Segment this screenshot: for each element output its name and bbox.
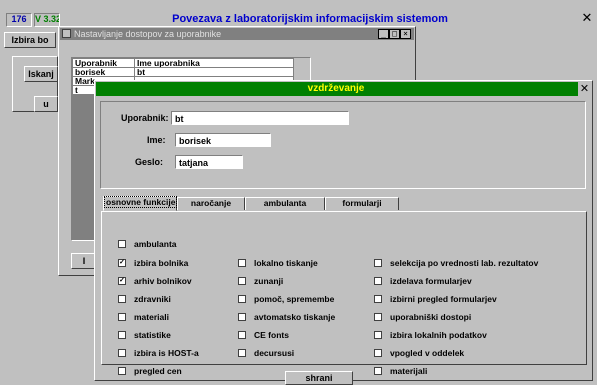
checkbox-box (118, 349, 126, 357)
main-title: Povezava z laboratorijskim informacijski… (172, 13, 448, 25)
checkbox-avtomatsko-tiskanje[interactable]: avtomatsko tiskanje (238, 311, 368, 323)
checkbox-column-1: ambulanta ✓ izbira bolnika ✓ arhiv bolniko… (118, 238, 238, 377)
check-mark-icon: ✓ (118, 277, 126, 285)
checkbox-box (238, 331, 246, 339)
checkbox-box (238, 313, 246, 321)
checkbox-box (238, 277, 246, 285)
uporabnik-input[interactable]: bt (171, 111, 349, 125)
checkbox-box (374, 259, 382, 267)
main-header: 176 V 3.32 Povezava z laboratorijskim in… (0, 0, 597, 29)
record-count-badge: 176 (6, 13, 32, 27)
checkbox-ce-fonts[interactable]: CE fonts (238, 329, 368, 341)
checkbox-box (374, 367, 382, 375)
checkbox-izbira-lokalnih[interactable]: izbira lokalnih podatkov (374, 329, 584, 341)
grid-header: Uporabnik Ime uporabnika (72, 58, 294, 68)
main-close-icon[interactable]: ✕ (580, 11, 594, 25)
checkbox-box (238, 295, 246, 303)
tab-osnovne-funkcije[interactable]: osnovne funkcije (103, 196, 178, 211)
checkbox-box (374, 313, 382, 321)
dialog-title-bar: vzdrževanje ✕ (96, 82, 591, 96)
tab-content-panel: ambulanta ✓ izbira bolnika ✓ arhiv bolniko… (101, 211, 587, 376)
table-cell: borisek (72, 67, 135, 77)
column-header: Ime uporabnika (134, 58, 294, 68)
checkbox-box (118, 313, 126, 321)
checkbox-statistike[interactable]: statistike (118, 329, 238, 341)
tab-ambulanta[interactable]: ambulanta (245, 197, 325, 210)
checkbox-izbirni-pregled[interactable]: izbirni pregled formularjev (374, 293, 584, 305)
minimize-icon[interactable]: _ (378, 29, 389, 39)
checkbox-box (374, 295, 382, 303)
checkbox-ambulanta[interactable]: ambulanta (118, 238, 238, 250)
column-header: Uporabnik (72, 58, 135, 68)
check-mark-icon: ✓ (118, 259, 126, 267)
window-icon (62, 29, 71, 38)
u-button[interactable]: u (34, 96, 58, 112)
iskanje-button[interactable]: Iskanj (24, 66, 58, 82)
uporabnik-label: Uporabnik: (121, 113, 169, 123)
checkbox-box (118, 331, 126, 339)
checkbox-izdelava-formularjev[interactable]: izdelava formularjev (374, 275, 584, 287)
checkbox-decursusi[interactable]: decursusi (238, 347, 368, 359)
checkbox-box (238, 259, 246, 267)
checkbox-zdravniki[interactable]: zdravniki (118, 293, 238, 305)
geslo-label: Geslo: (135, 157, 164, 167)
dialog-close-icon[interactable]: ✕ (578, 82, 591, 96)
checkbox-izbira-bolnika[interactable]: ✓ izbira bolnika (118, 257, 238, 269)
ime-label: Ime: (147, 135, 166, 145)
checkbox-box (374, 349, 382, 357)
checkbox-box (118, 367, 126, 375)
maximize-icon[interactable]: □ (389, 29, 400, 39)
checkbox-box (118, 295, 126, 303)
checkbox-box (118, 240, 126, 248)
checkbox-zunanji[interactable]: zunanji (238, 275, 368, 287)
table-row[interactable]: borisek bt (72, 67, 294, 77)
checkbox-box (238, 349, 246, 357)
access-title-bar: Nastavljanje dostopov za uporabnike _ □ … (60, 28, 414, 40)
checkbox-lokalno-tiskanje[interactable]: lokalno tiskanje (238, 257, 368, 269)
close-icon[interactable]: × (400, 29, 411, 39)
checkbox-pregled-cen[interactable]: pregled cen (118, 365, 238, 377)
maintenance-dialog: vzdrževanje ✕ Uporabnik: bt Ime: borisek… (94, 80, 593, 385)
checkbox-izbira-is-host[interactable]: izbira is HOST-a (118, 347, 238, 359)
dialog-title: vzdrževanje (307, 83, 365, 94)
access-title: Nastavljanje dostopov za uporabnike (74, 29, 222, 39)
version-badge: V 3.32 (34, 13, 60, 27)
checkbox-selekcija-lab[interactable]: selekcija po vrednosti lab. rezultatov (374, 257, 584, 269)
checkbox-box (374, 277, 382, 285)
checkbox-pomoc-spremembe[interactable]: pomoč, spremembe (238, 293, 368, 305)
checkbox-materijali[interactable]: materijali (374, 365, 584, 377)
izbira-bolnika-button[interactable]: Izbira bo (4, 32, 56, 48)
checkbox-column-3: selekcija po vrednosti lab. rezultatov i… (374, 257, 584, 377)
ime-input[interactable]: borisek (175, 133, 271, 147)
checkbox-arhiv-bolnikov[interactable]: ✓ arhiv bolnikov (118, 275, 238, 287)
user-fields-panel: Uporabnik: bt Ime: borisek Geslo: tatjan… (100, 101, 586, 189)
checkbox-uporabniski-dostopi[interactable]: uporabniški dostopi (374, 311, 584, 323)
checkbox-box (374, 331, 382, 339)
checkbox-column-2: lokalno tiskanje zunanji pomoč, sprememb… (238, 257, 368, 359)
geslo-input[interactable]: tatjana (175, 155, 243, 169)
tab-narocanje[interactable]: naročanje (177, 197, 245, 210)
save-button[interactable]: shrani (285, 371, 353, 385)
table-cell: bt (134, 67, 294, 77)
tab-formularji[interactable]: formularji (325, 197, 399, 210)
checkbox-vpogled-oddelek[interactable]: vpogled v oddelek (374, 347, 584, 359)
checkbox-materiali[interactable]: materiali (118, 311, 238, 323)
